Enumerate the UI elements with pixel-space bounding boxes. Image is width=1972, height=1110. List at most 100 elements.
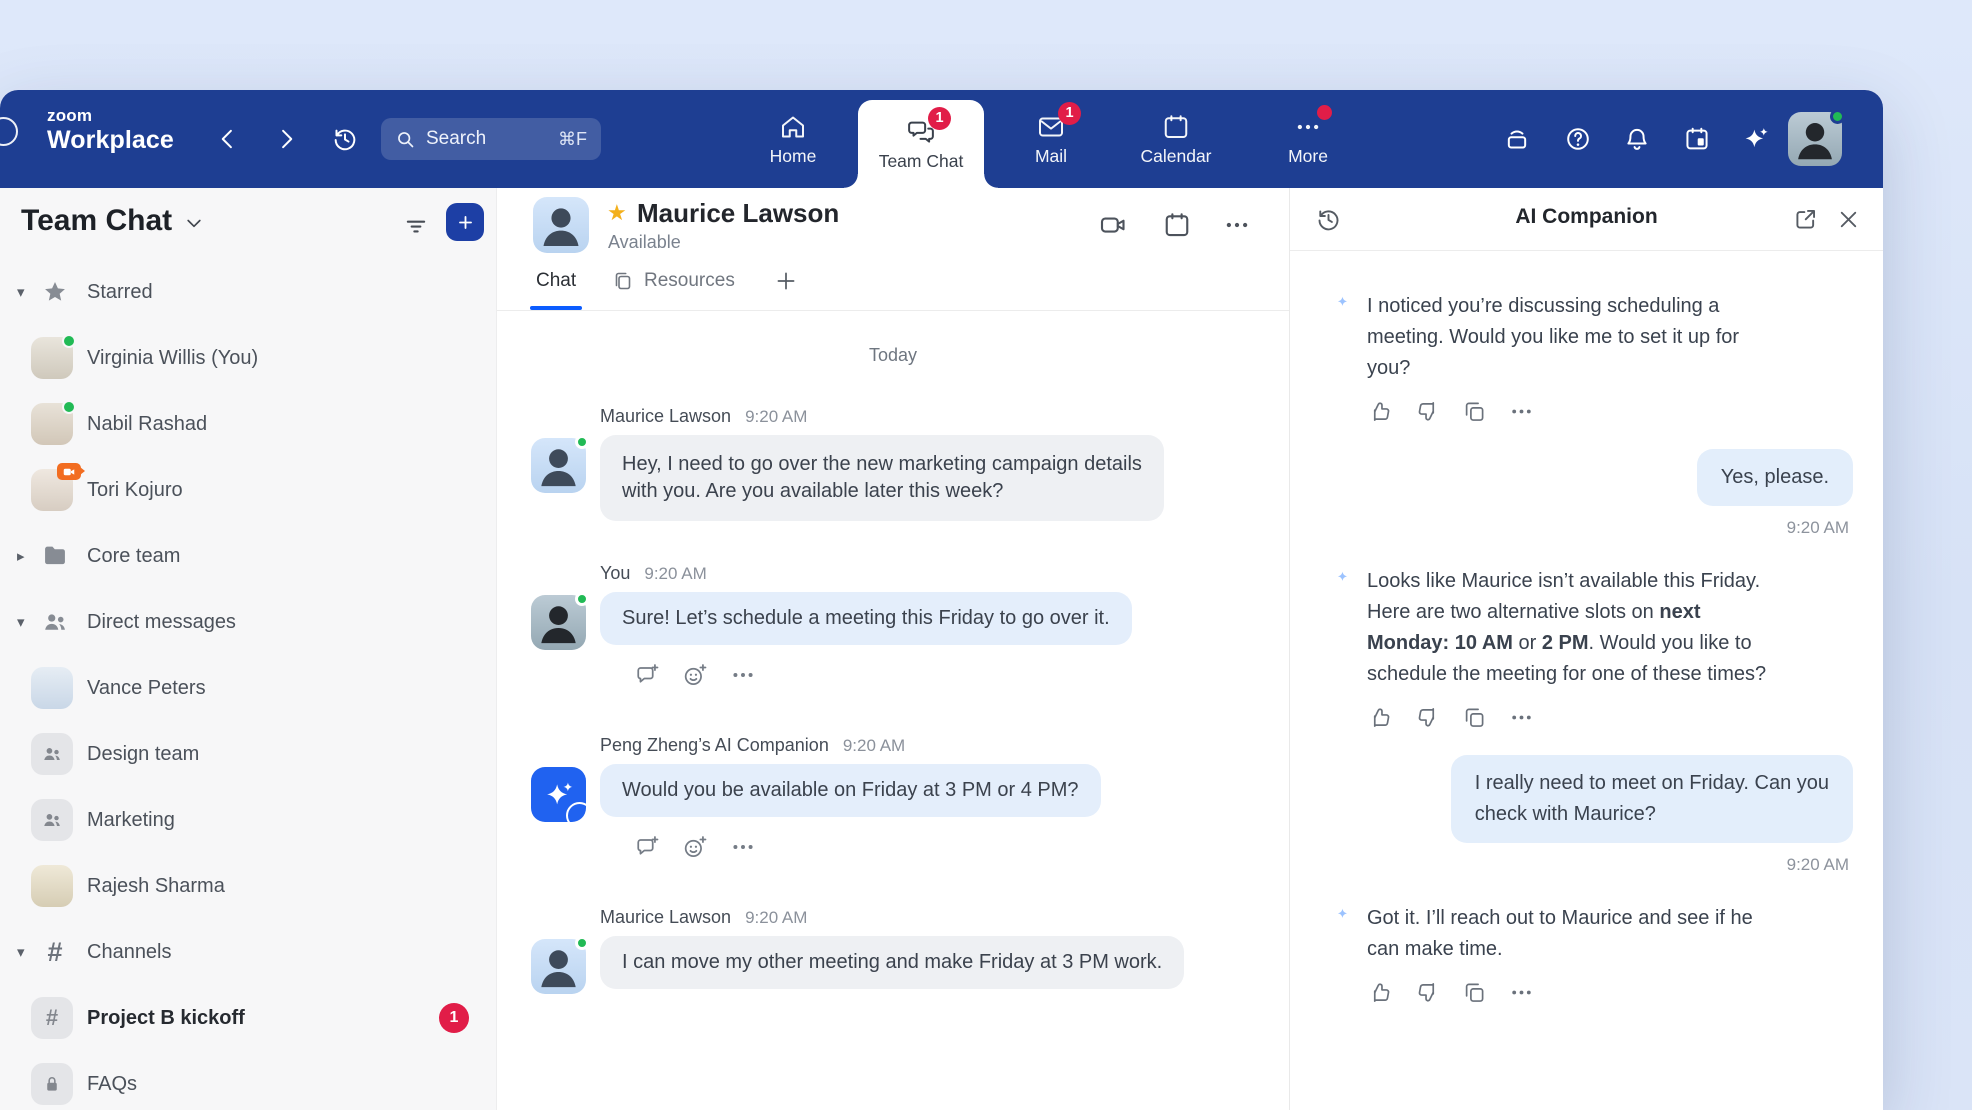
ai-message-3: Got it. I’ll reach out to Maurice and se… [1316, 903, 1853, 965]
open-in-window-icon[interactable] [1792, 206, 1819, 233]
user-reply-bubble: I really need to meet on Friday. Can you… [1451, 755, 1853, 843]
message-avatar[interactable] [531, 595, 586, 650]
thumbs-down-icon[interactable] [1414, 704, 1441, 731]
thumbs-up-icon[interactable] [1367, 979, 1394, 1006]
notifications-bell-icon[interactable] [1623, 125, 1651, 153]
history-icon[interactable] [331, 125, 359, 153]
avatar [31, 667, 73, 709]
more-actions-icon[interactable] [1508, 398, 1535, 425]
chat-contact-avatar[interactable] [533, 197, 589, 253]
new-chat-button[interactable] [446, 203, 484, 241]
schedule-icon[interactable] [1683, 125, 1711, 153]
reply-in-thread-icon[interactable] [633, 833, 661, 861]
presence-online-dot [575, 936, 589, 950]
ai-message-text: Looks like Maurice isn’t available this … [1367, 566, 1766, 690]
ai-sparkle-icon [1316, 293, 1350, 327]
caret-down-icon[interactable]: ▾ [17, 283, 31, 301]
thumbs-up-icon[interactable] [1367, 398, 1394, 425]
forward-icon[interactable] [272, 125, 300, 153]
message-ai-companion: Peng Zheng’s AI Companion 9:20 AM Would … [497, 735, 1289, 861]
ai-message-1: I noticed you’re discussing scheduling a… [1316, 291, 1853, 384]
ai-sparkle-icon [1316, 905, 1350, 939]
logo-line-zoom: zoom [47, 107, 174, 125]
copy-icon[interactable] [1461, 398, 1488, 425]
message-sender: Maurice Lawson [600, 907, 731, 928]
camera-icon [62, 465, 76, 479]
help-icon[interactable] [1564, 125, 1592, 153]
sidebar-item-rajesh-sharma[interactable]: Rajesh Sharma [0, 853, 496, 919]
caret-down-icon[interactable]: ▾ [17, 613, 31, 631]
share-to-device-icon[interactable] [1503, 125, 1531, 153]
tab-chat[interactable]: Chat [536, 251, 576, 310]
owner-mini-avatar [566, 802, 593, 829]
sidebar-title-dropdown[interactable]: Team Chat [21, 204, 204, 238]
more-actions-icon[interactable] [1508, 979, 1535, 1006]
message-maurice-1: Maurice Lawson 9:20 AM Hey, I need to go… [497, 406, 1289, 521]
group-avatar [31, 733, 73, 775]
sidebar-section-starred[interactable]: ▾ Starred [0, 259, 496, 325]
tab-mail[interactable]: 1 Mail [1005, 90, 1097, 188]
sidebar-section-direct-messages[interactable]: ▾ Direct messages [0, 589, 496, 655]
home-icon [778, 112, 808, 142]
tab-more[interactable]: More [1262, 90, 1354, 188]
sidebar-item-marketing[interactable]: Marketing [0, 787, 496, 853]
sidebar-item-virginia-willis[interactable]: Virginia Willis (You) [0, 325, 496, 391]
sidebar-item-design-team[interactable]: Design team [0, 721, 496, 787]
more-notification-dot [1317, 105, 1332, 120]
reply-timestamp: 9:20 AM [1787, 855, 1849, 875]
add-tab-button[interactable] [773, 251, 799, 310]
ai-companion-sparkle-icon[interactable] [1742, 125, 1770, 153]
message-avatar[interactable] [531, 939, 586, 994]
user-reply-bubble: Yes, please. [1697, 449, 1853, 506]
sidebar-section-channels[interactable]: ▾ # Channels [0, 919, 496, 985]
sidebar-item-nabil-rashad[interactable]: Nabil Rashad [0, 391, 496, 457]
thumbs-down-icon[interactable] [1414, 398, 1441, 425]
ai-panel-header: AI Companion [1290, 188, 1883, 251]
tab-team-chat[interactable]: 1 Team Chat [858, 100, 984, 188]
schedule-meeting-icon[interactable] [1162, 210, 1192, 240]
sidebar-item-project-b-kickoff[interactable]: # Project B kickoff 1 [0, 985, 496, 1051]
thumbs-up-icon[interactable] [1367, 704, 1394, 731]
filter-button[interactable] [398, 208, 434, 244]
tab-resources[interactable]: Resources [611, 251, 735, 310]
add-reaction-icon[interactable] [681, 661, 709, 689]
chat-header: ★ Maurice Lawson Available [497, 188, 1289, 251]
sidebar-item-vance-peters[interactable]: Vance Peters [0, 655, 496, 721]
message-bubble: I can move my other meeting and make Fri… [600, 936, 1184, 989]
sidebar-item-tori-kojuro[interactable]: Tori Kojuro [0, 457, 496, 523]
chat-more-options-icon[interactable] [1222, 210, 1252, 240]
starred-icon[interactable]: ★ [607, 200, 627, 226]
caret-down-icon[interactable]: ▾ [17, 943, 31, 961]
message-avatar[interactable] [531, 438, 586, 493]
copy-icon[interactable] [1461, 979, 1488, 1006]
copy-icon[interactable] [1461, 704, 1488, 731]
caret-right-icon[interactable]: ▸ [17, 547, 31, 565]
close-icon[interactable] [1835, 206, 1862, 233]
top-bar: zoom Workplace Search ⌘F Home 1 Team Cha… [0, 90, 1883, 188]
ai-thread: I noticed you’re discussing scheduling a… [1290, 251, 1883, 1110]
more-actions-icon[interactable] [1508, 704, 1535, 731]
avatar [31, 337, 73, 379]
more-actions-icon[interactable] [729, 661, 757, 689]
active-tab-underline [530, 306, 582, 310]
chat-tabs: Chat Resources [497, 251, 1289, 311]
filter-icon [403, 213, 429, 239]
start-video-meeting-icon[interactable] [1098, 210, 1128, 240]
more-actions-icon[interactable] [729, 833, 757, 861]
reply-in-thread-icon[interactable] [633, 661, 661, 689]
zoom-workplace-logo: zoom Workplace [47, 107, 174, 153]
thumbs-down-icon[interactable] [1414, 979, 1441, 1006]
sidebar-section-core-team[interactable]: ▸ Core team [0, 523, 496, 589]
add-reaction-icon[interactable] [681, 833, 709, 861]
ai-message-actions [1367, 398, 1853, 425]
user-avatar[interactable] [1788, 112, 1842, 166]
ai-companion-avatar[interactable] [531, 767, 586, 822]
tab-calendar[interactable]: Calendar [1120, 90, 1232, 188]
back-icon[interactable] [214, 125, 242, 153]
people-icon [41, 743, 63, 765]
message-time: 9:20 AM [644, 564, 706, 584]
tab-home[interactable]: Home [747, 90, 839, 188]
sidebar-item-faqs[interactable]: FAQs [0, 1051, 496, 1110]
search-input[interactable]: Search ⌘F [381, 118, 601, 160]
ai-message-2: Looks like Maurice isn’t available this … [1316, 566, 1853, 690]
